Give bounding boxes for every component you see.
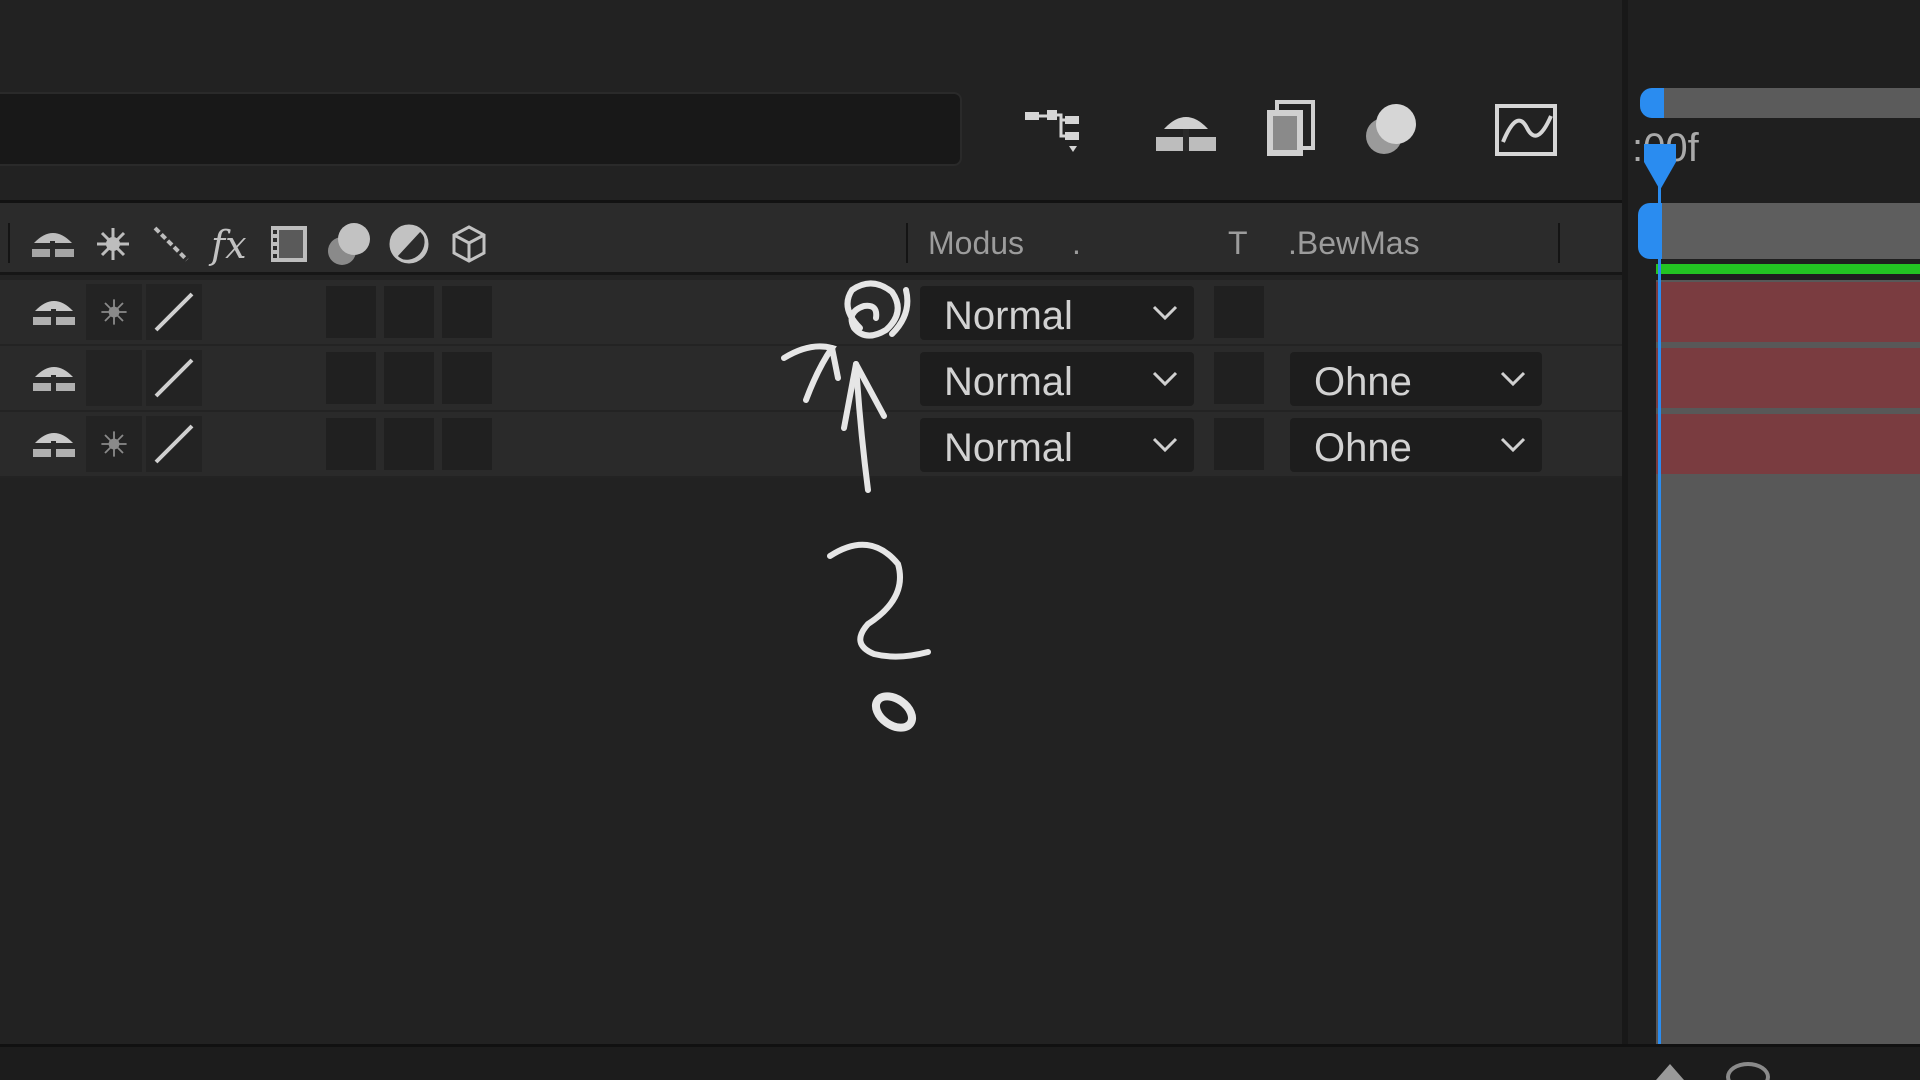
frame-blending-icon[interactable] <box>1258 96 1320 162</box>
shy-toggle-icon[interactable] <box>26 284 82 340</box>
effects-switch-icon[interactable]: fx <box>204 217 258 271</box>
layer-duration-bar[interactable] <box>1656 282 1920 342</box>
work-area-indicator <box>1656 264 1920 274</box>
collapse-toggle-empty[interactable] <box>86 350 142 406</box>
chevron-down-icon <box>1152 437 1178 453</box>
quality-switch-icon[interactable] <box>144 217 198 271</box>
preserve-transparency-checkbox[interactable] <box>1214 352 1264 404</box>
handdrawn-annotation <box>781 280 931 732</box>
t-column-label[interactable]: T <box>1228 225 1248 262</box>
shy-toggle-icon[interactable] <box>26 416 82 472</box>
track-matte-value: Ohne <box>1314 360 1412 404</box>
layer-duration-bar[interactable] <box>1656 414 1920 474</box>
adjustment-checkbox[interactable] <box>384 286 434 338</box>
preserve-transparency-checkbox[interactable] <box>1214 286 1264 338</box>
blend-mode-dropdown[interactable]: Normal <box>920 286 1194 340</box>
layer-duration-bar[interactable] <box>1656 348 1920 408</box>
column-separator[interactable] <box>8 223 10 263</box>
adjustment-checkbox[interactable] <box>384 352 434 404</box>
status-bar <box>0 1044 1920 1080</box>
3d-layer-checkbox[interactable] <box>442 352 492 404</box>
playhead-line[interactable] <box>1658 150 1661 1044</box>
comp-toolbar <box>0 0 1622 200</box>
column-separator[interactable] <box>1558 223 1560 263</box>
chevron-down-icon <box>1500 371 1526 387</box>
blend-mode-dropdown[interactable]: Normal <box>920 352 1194 406</box>
3d-layer-switch-icon[interactable] <box>442 217 496 271</box>
motion-blur-icon[interactable] <box>1360 96 1422 162</box>
time-navigator-bar[interactable] <box>1656 88 1920 118</box>
column-separator[interactable] <box>906 223 908 263</box>
blend-mode-value: Normal <box>944 426 1073 470</box>
timeline-panel[interactable]: :00f <box>1622 0 1920 1044</box>
track-matte-value: Ohne <box>1314 426 1412 470</box>
motion-blur-checkbox[interactable] <box>326 418 376 470</box>
time-navigator-start-handle[interactable] <box>1640 88 1664 118</box>
shy-switch-icon[interactable] <box>26 217 80 271</box>
chevron-down-icon <box>1500 437 1526 453</box>
collapse-toggle-icon[interactable] <box>86 284 142 340</box>
collapse-toggle-icon[interactable] <box>86 416 142 472</box>
quality-toggle-icon[interactable] <box>146 350 202 406</box>
adjustment-checkbox[interactable] <box>384 418 434 470</box>
playhead-handle-icon[interactable] <box>1640 140 1680 192</box>
zoom-out-icon[interactable] <box>1650 1056 1690 1080</box>
bewmas-column-label[interactable]: .BewMas <box>1288 225 1420 262</box>
svg-text:fx: fx <box>208 223 247 267</box>
blend-mode-dropdown[interactable]: Normal <box>920 418 1194 472</box>
quality-toggle-icon[interactable] <box>146 284 202 340</box>
graph-editor-icon[interactable] <box>1492 96 1562 162</box>
motion-blur-switch-icon[interactable] <box>322 217 376 271</box>
quality-toggle-icon[interactable] <box>146 416 202 472</box>
work-area-bar[interactable] <box>1656 203 1920 259</box>
frame-blending-switch-icon[interactable] <box>262 217 316 271</box>
chevron-down-icon <box>1152 305 1178 321</box>
chevron-down-icon <box>1152 371 1178 387</box>
shy-toggle-icon[interactable] <box>26 350 82 406</box>
modus-dot-label: . <box>1072 225 1081 261</box>
modus-column-label[interactable]: Modus <box>928 225 1024 262</box>
shy-layers-icon[interactable] <box>1150 96 1222 162</box>
preserve-transparency-checkbox[interactable] <box>1214 418 1264 470</box>
3d-layer-checkbox[interactable] <box>442 286 492 338</box>
collapse-switch-icon[interactable] <box>86 217 140 271</box>
flowchart-icon[interactable] <box>1018 96 1092 162</box>
track-matte-dropdown[interactable]: Ohne <box>1290 352 1542 406</box>
adjustment-layer-switch-icon[interactable] <box>382 217 436 271</box>
blend-mode-value: Normal <box>944 360 1073 404</box>
layer-column-header: fx Modus . T .BewMas <box>0 203 1622 275</box>
layer-search-input[interactable] <box>0 92 962 166</box>
3d-layer-checkbox[interactable] <box>442 418 492 470</box>
motion-blur-checkbox[interactable] <box>326 352 376 404</box>
track-matte-dropdown[interactable]: Ohne <box>1290 418 1542 472</box>
motion-blur-checkbox[interactable] <box>326 286 376 338</box>
blend-mode-value: Normal <box>944 294 1073 338</box>
